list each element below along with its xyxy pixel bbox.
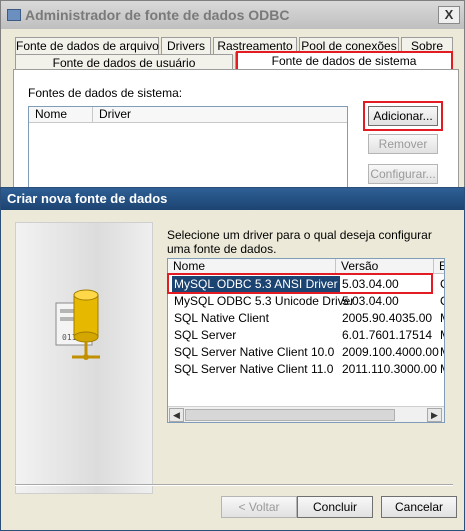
driver-row-sql-native-client-11[interactable]: SQL Server Native Client 11.0 2011.110.3… <box>168 361 444 378</box>
driver-name: SQL Server <box>174 328 237 342</box>
column-header-extra[interactable]: E <box>434 259 444 274</box>
cancel-button[interactable]: Cancelar <box>381 496 457 518</box>
column-header-version[interactable]: Versão <box>336 259 434 274</box>
driver-extra: M <box>440 310 444 326</box>
highlight-add-button <box>363 101 443 131</box>
scroll-right-icon[interactable]: ▶ <box>427 408 442 422</box>
driver-extra: M <box>440 327 444 343</box>
configure-button[interactable]: Configurar... <box>368 164 438 184</box>
odbc-app-icon <box>7 9 21 21</box>
scrollbar-thumb[interactable] <box>185 409 395 421</box>
dialog-title: Criar nova fonte de dados <box>7 191 168 206</box>
window-title: Administrador de fonte de dados ODBC <box>25 7 290 23</box>
driver-name: SQL Native Client <box>174 311 269 325</box>
horizontal-scrollbar[interactable]: ◀ ▶ <box>168 406 444 422</box>
tab-drivers[interactable]: Drivers <box>161 37 211 55</box>
close-icon[interactable]: X <box>438 6 460 24</box>
database-computer-icon: 011 <box>55 289 100 360</box>
driver-extra: M <box>440 361 444 377</box>
scroll-left-icon[interactable]: ◀ <box>169 408 184 422</box>
system-dsn-label: Fontes de dados de sistema: <box>28 86 183 100</box>
finish-button[interactable]: Concluir <box>297 496 373 518</box>
tab-file-dsn[interactable]: Fonte de dados de arquivo <box>15 37 159 55</box>
column-header-name[interactable]: Nome <box>168 259 336 274</box>
driver-instruction: Selecione um driver para o qual deseja c… <box>167 228 432 256</box>
driver-name: SQL Server Native Client 10.0 <box>174 345 335 359</box>
dialog-separator <box>15 484 453 486</box>
driver-version: 2009.100.4000.00 <box>342 345 439 359</box>
create-data-source-dialog: Criar nova fonte de dados 011 Selecione … <box>0 187 465 531</box>
odbc-admin-window: Administrador de fonte de dados ODBC X F… <box>0 0 465 202</box>
driver-version: 5.03.04.00 <box>342 294 399 308</box>
wizard-graphic: 011 <box>15 222 153 494</box>
back-button[interactable]: < Voltar <box>221 496 297 518</box>
driver-version: 6.01.7601.17514 <box>342 328 433 342</box>
highlight-mysql-ansi-row <box>167 273 433 294</box>
driver-row-sql-native-client[interactable]: SQL Native Client 2005.90.4035.00 M <box>168 310 444 327</box>
odbc-admin-titlebar: Administrador de fonte de dados ODBC X <box>1 1 464 29</box>
column-header-driver[interactable]: Driver <box>93 107 347 123</box>
dialog-titlebar: Criar nova fonte de dados <box>1 188 464 210</box>
driver-extra: C <box>440 276 444 292</box>
driver-extra: C <box>440 293 444 309</box>
driver-name: MySQL ODBC 5.3 Unicode Driver <box>174 294 355 308</box>
driver-row-sql-native-client-10[interactable]: SQL Server Native Client 10.0 2009.100.4… <box>168 344 444 361</box>
driver-version: 2005.90.4035.00 <box>342 311 433 325</box>
system-dsn-panel: Fontes de dados de sistema: Nome Driver … <box>13 69 459 202</box>
remove-button[interactable]: Remover <box>368 134 438 154</box>
driver-extra: M <box>440 344 444 360</box>
driver-version: 2011.110.3000.00 <box>342 362 437 376</box>
driver-row-sql-server[interactable]: SQL Server 6.01.7601.17514 M <box>168 327 444 344</box>
driver-row-mysql-unicode[interactable]: MySQL ODBC 5.3 Unicode Driver 5.03.04.00… <box>168 293 444 310</box>
column-header-name[interactable]: Nome <box>29 107 93 123</box>
driver-name: SQL Server Native Client 11.0 <box>174 362 334 376</box>
